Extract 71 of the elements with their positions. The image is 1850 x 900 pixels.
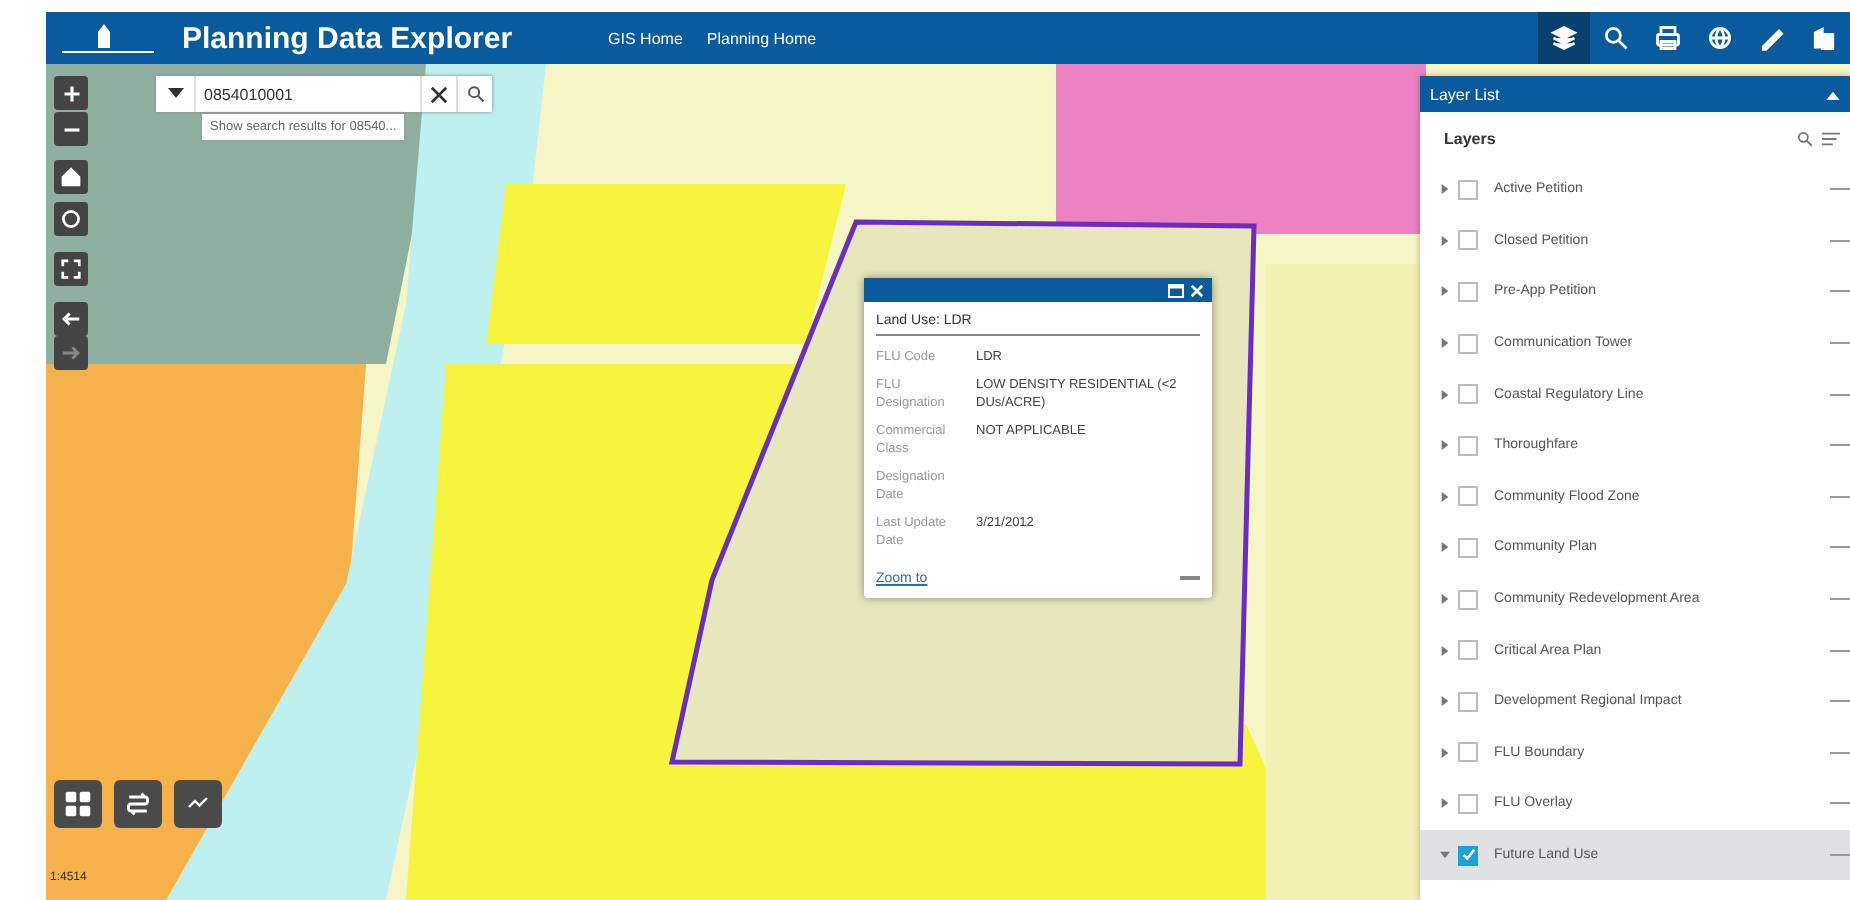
- grid-icon: [64, 790, 92, 818]
- maximize-icon[interactable]: [1168, 283, 1184, 297]
- layers-icon: [1550, 24, 1578, 52]
- search-icon: [465, 84, 485, 104]
- expand-caret-icon[interactable]: [1440, 594, 1450, 605]
- circle-icon: [60, 208, 82, 230]
- close-icon: [430, 85, 448, 103]
- expand-caret-icon[interactable]: [1440, 491, 1450, 502]
- layer-checkbox[interactable]: [1458, 179, 1478, 200]
- expand-caret-icon[interactable]: [1440, 798, 1450, 809]
- section-title: Layers: [1444, 129, 1496, 147]
- more-icon[interactable]: [1180, 576, 1200, 581]
- layer-checkbox[interactable]: [1458, 486, 1478, 507]
- expand-caret-icon[interactable]: [1440, 747, 1450, 758]
- building-icon: [1810, 24, 1838, 52]
- printer-icon: [1654, 24, 1682, 52]
- expand-caret-icon[interactable]: [1440, 850, 1450, 861]
- map-control-button[interactable]: [54, 302, 88, 336]
- globe-icon: [1706, 24, 1734, 52]
- panel-title: Layer List: [1430, 85, 1500, 103]
- filter-icon[interactable]: [1822, 129, 1840, 147]
- map-control-button[interactable]: [54, 252, 88, 286]
- clear-button[interactable]: [420, 76, 456, 112]
- search-icon: [1602, 24, 1630, 52]
- expand-caret-icon[interactable]: [1440, 696, 1450, 707]
- swap-icon: [124, 790, 152, 818]
- close-icon[interactable]: [1190, 283, 1204, 297]
- layer-checkbox[interactable]: [1458, 691, 1478, 712]
- plus-icon: [61, 83, 81, 103]
- layer-checkbox[interactable]: [1458, 793, 1478, 814]
- map-tool-button[interactable]: [54, 780, 102, 828]
- expand-caret-icon[interactable]: [1440, 645, 1450, 656]
- expand-caret-icon[interactable]: [1440, 542, 1450, 553]
- map-tool-button[interactable]: [114, 780, 162, 828]
- layer-checkbox[interactable]: [1458, 384, 1478, 405]
- map-control-button[interactable]: [54, 76, 88, 110]
- pencil-icon: [1758, 24, 1786, 52]
- search-button[interactable]: [456, 76, 492, 112]
- layer-checkbox[interactable]: [1458, 230, 1478, 251]
- layer-checkbox[interactable]: [1458, 281, 1478, 302]
- county-logo-icon: [58, 20, 158, 56]
- collapse-icon[interactable]: [1826, 89, 1840, 99]
- expand-caret-icon[interactable]: [1440, 338, 1450, 349]
- expand-caret-icon[interactable]: [1440, 286, 1450, 297]
- expand-caret-icon[interactable]: [1440, 389, 1450, 400]
- map-tool-button[interactable]: [174, 780, 222, 828]
- map-control-button[interactable]: [54, 112, 88, 146]
- expand-caret-icon[interactable]: [1440, 440, 1450, 451]
- layer-checkbox[interactable]: [1458, 742, 1478, 763]
- caret-icon: [167, 88, 183, 100]
- layer-checkbox[interactable]: [1458, 333, 1478, 354]
- expand-caret-icon[interactable]: [1440, 235, 1450, 246]
- nav-link[interactable]: GIS Home: [608, 29, 683, 47]
- right-arrow-icon: [60, 342, 82, 364]
- search-icon[interactable]: [1796, 129, 1814, 147]
- layer-checkbox[interactable]: [1458, 640, 1478, 661]
- fullscreen-icon: [60, 258, 82, 280]
- map-control-button[interactable]: [54, 202, 88, 236]
- toolbar-button[interactable]: [1538, 12, 1590, 64]
- expand-caret-icon[interactable]: [1440, 184, 1450, 195]
- search-field[interactable]: 0854010001: [196, 76, 420, 112]
- layer-checkbox[interactable]: [1458, 589, 1478, 610]
- app-title: Planning Data Explorer: [182, 21, 513, 55]
- layer-checkbox[interactable]: [1458, 435, 1478, 456]
- left-arrow-icon: [60, 308, 82, 330]
- dropdown-button[interactable]: [156, 76, 196, 112]
- layer-checkbox[interactable]: [1458, 845, 1478, 866]
- layer-checkbox[interactable]: [1458, 537, 1478, 558]
- nav-link[interactable]: Planning Home: [706, 29, 817, 47]
- home-icon: [60, 166, 82, 188]
- map-control-button[interactable]: [54, 160, 88, 194]
